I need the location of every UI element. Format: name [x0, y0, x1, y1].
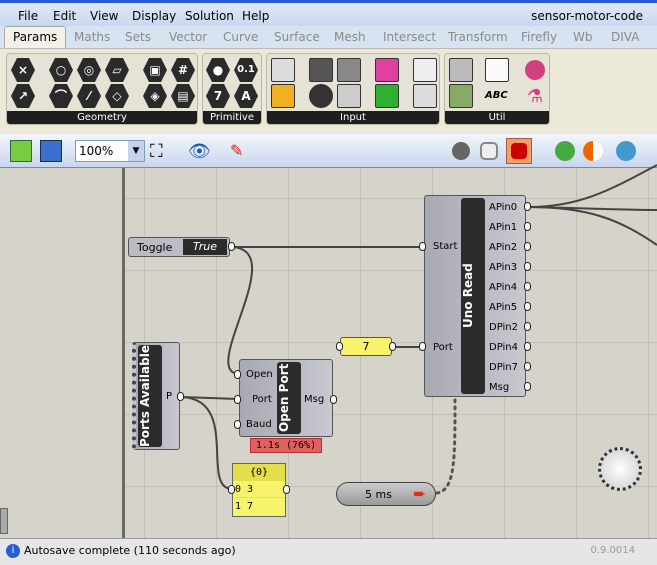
input-baud: Baud [246, 419, 272, 430]
output-apin0: APin0 [489, 202, 518, 213]
msg-port[interactable] [524, 382, 531, 391]
open-input-port[interactable] [234, 370, 241, 379]
open-port-title: Open Port [277, 362, 301, 434]
panel-input-port[interactable] [228, 485, 235, 494]
timer-component[interactable]: 5 ms ➨ [336, 482, 436, 506]
output-dpin2: DPin2 [489, 322, 518, 333]
panel-output-port[interactable] [283, 485, 290, 494]
version-label: 0.9.0014 [590, 545, 635, 556]
panel-row: 03 [233, 481, 285, 498]
integer-value: 7 [362, 340, 370, 353]
dpin4-port[interactable] [524, 342, 531, 351]
start-input-port[interactable] [419, 242, 426, 251]
toggle-label: Toggle [137, 241, 173, 254]
wire-apin0-a [527, 164, 657, 208]
panel-header: {0} [233, 464, 285, 481]
dpin2-port[interactable] [524, 322, 531, 331]
wire-apin0-b [527, 206, 657, 246]
uno-read-title: Uno Read [461, 198, 485, 394]
apin2-port[interactable] [524, 242, 531, 251]
input-port: Port [252, 394, 272, 405]
dpin7-port[interactable] [524, 362, 531, 371]
panel-row: 17 [235, 501, 254, 512]
apin5-port[interactable] [524, 302, 531, 311]
output-apin2: APin2 [489, 242, 518, 253]
toggle-value[interactable]: True [183, 239, 227, 255]
navigation-compass-icon[interactable] [598, 447, 642, 491]
apin1-port[interactable] [524, 222, 531, 231]
output-apin3: APin3 [489, 262, 518, 273]
profiler-badge: 1.1s (76%) [250, 438, 322, 453]
panel-component[interactable]: {0} 03 17 [232, 463, 286, 517]
integer-input-port[interactable] [336, 342, 343, 351]
baud-input-port[interactable] [234, 420, 241, 429]
output-apin1: APin1 [489, 222, 518, 233]
output-dpin4: DPin4 [489, 342, 518, 353]
wire-timer [435, 398, 457, 495]
output-apin4: APin4 [489, 282, 518, 293]
integer-param[interactable]: 7 [340, 337, 392, 356]
ports-available-component[interactable]: Ports Available P [132, 342, 180, 450]
input-start: Start [433, 241, 458, 252]
p-output-port[interactable] [177, 392, 184, 401]
port-input-port[interactable] [419, 342, 426, 351]
output-apin5: APin5 [489, 302, 518, 313]
timer-interval: 5 ms [365, 488, 392, 501]
output-dpin7: DPin7 [489, 362, 518, 373]
toggle-output-port[interactable] [228, 242, 235, 251]
arrow-right-icon: ➨ [413, 484, 427, 503]
apin4-port[interactable] [524, 282, 531, 291]
wire-ports-panel [181, 396, 233, 490]
input-port: Port [433, 342, 453, 353]
port-input-port[interactable] [234, 395, 241, 404]
apin3-port[interactable] [524, 262, 531, 271]
info-icon: i [6, 544, 20, 558]
output-msg: Msg [489, 382, 510, 393]
wire-toggle-open [227, 246, 254, 375]
wires [181, 164, 657, 495]
uno-read-component[interactable]: Start Port Uno Read APin0 APin1 APin2 AP… [424, 195, 526, 397]
output-msg: Msg [304, 394, 325, 405]
integer-output-port[interactable] [389, 342, 396, 351]
apin0-port[interactable] [524, 202, 531, 211]
open-port-component[interactable]: Open Port Baud Open Port Msg [239, 359, 333, 437]
status-bar: i Autosave complete (110 seconds ago) 0.… [0, 538, 657, 565]
msg-output-port[interactable] [330, 395, 337, 404]
status-message: Autosave complete (110 seconds ago) [24, 544, 236, 557]
input-open: Open [246, 369, 273, 380]
toggle-component[interactable]: Toggle True [128, 237, 230, 257]
ports-available-title: Ports Available [138, 345, 162, 447]
output-p: P [166, 391, 173, 402]
